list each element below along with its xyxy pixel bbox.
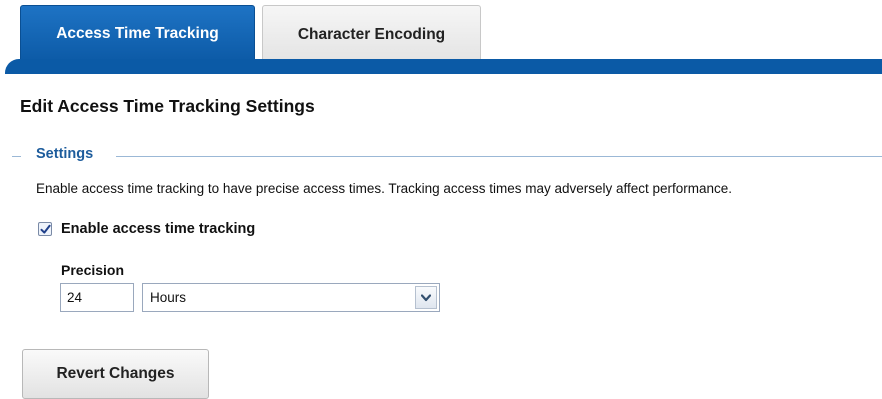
tab-label: Character Encoding (297, 25, 446, 43)
precision-value-input[interactable] (60, 283, 134, 312)
tab-underline (5, 59, 882, 74)
page-title: Edit Access Time Tracking Settings (20, 96, 315, 116)
check-icon (40, 224, 51, 234)
tab-access-time-tracking[interactable]: Access Time Tracking (20, 5, 255, 63)
settings-description: Enable access time tracking to have prec… (36, 181, 733, 196)
tab-character-encoding[interactable]: Character Encoding (262, 5, 481, 63)
enable-tracking-label[interactable]: Enable access time tracking (61, 221, 255, 237)
enable-tracking-row: Enable access time tracking (38, 220, 255, 238)
legend-line-left (12, 156, 21, 157)
chevron-down-icon (421, 293, 431, 301)
precision-unit-value: Hours (150, 290, 187, 305)
tab-label: Access Time Tracking (56, 25, 219, 42)
settings-section-header: Settings (12, 146, 882, 166)
select-arrow-button[interactable] (415, 286, 437, 309)
enable-tracking-checkbox[interactable] (38, 222, 52, 236)
settings-legend: Settings (36, 146, 98, 162)
precision-unit-select[interactable]: Hours (142, 283, 440, 312)
revert-changes-button[interactable]: Revert Changes (22, 349, 209, 399)
tab-bar: Access Time Tracking Character Encoding (0, 0, 882, 74)
page: Access Time Tracking Character Encoding … (0, 0, 882, 399)
precision-label: Precision (61, 262, 125, 278)
legend-line-right (116, 156, 882, 157)
